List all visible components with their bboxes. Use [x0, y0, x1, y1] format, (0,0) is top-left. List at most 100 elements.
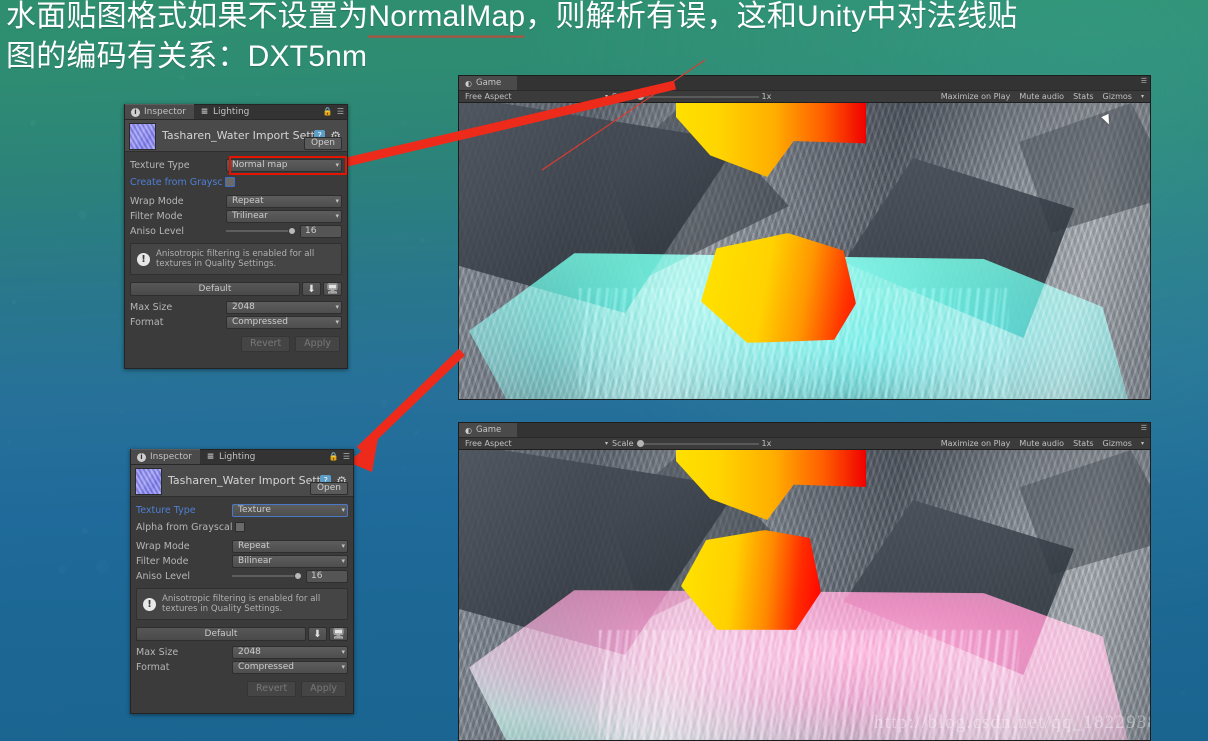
scale-knob[interactable] [636, 439, 644, 447]
alpha-from-grayscale-row: Alpha from Grayscal [136, 520, 348, 534]
open-button-bottom[interactable]: Open [309, 482, 348, 495]
game-view-bottom-canvas[interactable] [459, 450, 1150, 740]
open-button-top[interactable]: Open [303, 137, 342, 150]
maximize-on-play-toggle[interactable]: Maximize on Play [941, 439, 1011, 448]
kebab-menu-icon[interactable]: ☰ [337, 107, 344, 116]
scale-track[interactable] [636, 92, 759, 100]
tab-lighting-bottom[interactable]: ≡ Lighting [200, 449, 263, 464]
scale-track[interactable] [636, 439, 759, 447]
tab-lighting-top[interactable]: ≡ Lighting [194, 104, 257, 119]
filter-mode-dropdown[interactable]: Trilinear ▾ [226, 209, 342, 223]
kebab-menu-icon[interactable]: ☰ [343, 452, 350, 461]
inspector-top-tabbar: i Inspector ≡ Lighting 🔒 ☰ [125, 104, 347, 120]
wrap-mode-row-bottom: Wrap Mode Repeat ▾ [136, 539, 348, 553]
lock-icon[interactable]: 🔒 [323, 107, 333, 116]
game-view-bottom-tabbar: ◐ Game ☰ [459, 423, 1150, 437]
max-size-dropdown[interactable]: 2048 ▾ [226, 300, 342, 314]
aniso-slider-track[interactable] [232, 572, 302, 580]
aniso-value-field[interactable]: 16 [306, 569, 348, 583]
maximize-on-play-toggle[interactable]: Maximize on Play [941, 92, 1011, 101]
texture-preview-thumbnail[interactable] [135, 467, 162, 495]
inspector-top-buttons: Revert Apply [130, 336, 342, 352]
tab-game-bottom[interactable]: ◐ Game [459, 423, 518, 437]
game-view-top-tabbar: ◐ Game ☰ [459, 76, 1150, 90]
scale-knob[interactable] [636, 92, 644, 100]
tab-game-top[interactable]: ◐ Game [459, 76, 518, 90]
wrap-mode-dropdown[interactable]: Repeat ▾ [232, 539, 348, 553]
inspector-bottom-buttons: Revert Apply [136, 681, 348, 697]
filter-mode-value: Bilinear [238, 556, 273, 566]
mute-audio-toggle[interactable]: Mute audio [1019, 92, 1064, 101]
stepper-icon: ▾ [341, 663, 344, 671]
title-line2: 图的编码有关系：DXT5nm [6, 40, 368, 73]
panel-menu-icon[interactable]: ☰ [1141, 424, 1147, 432]
format-value: Compressed [238, 662, 294, 672]
standalone-icon[interactable]: 🖥 [323, 282, 342, 296]
wrap-mode-dropdown[interactable]: Repeat ▾ [226, 194, 342, 208]
lighting-icon: ≡ [206, 451, 215, 462]
tab-inspector-top[interactable]: i Inspector [125, 104, 194, 119]
game-view-bottom-window[interactable]: ◐ Game ☰ Free Aspect ▾ Scale 1x Maximize… [458, 422, 1151, 741]
lock-icon[interactable]: 🔒 [329, 452, 339, 461]
texture-type-value: Texture [238, 505, 271, 515]
apply-button-bottom[interactable]: Apply [301, 681, 346, 697]
tab-inspector-bottom[interactable]: i Inspector [131, 449, 200, 464]
gizmos-dropdown[interactable]: Gizmos [1103, 92, 1132, 101]
revert-button-bottom[interactable]: Revert [247, 681, 297, 697]
stats-toggle[interactable]: Stats [1073, 92, 1093, 101]
game-view-bottom-toolbar: Free Aspect ▾ Scale 1x Maximize on Play … [459, 437, 1150, 450]
watermark-url: http://blog.csdn.net/qq_18229381 [874, 712, 1151, 733]
aniso-slider-wrap[interactable]: 16 [232, 569, 348, 583]
standalone-icon[interactable]: 🖥 [329, 627, 348, 641]
aspect-dropdown-bottom[interactable]: Free Aspect ▾ [462, 439, 612, 448]
aniso-slider-track[interactable] [226, 227, 296, 235]
gizmos-chevron-icon[interactable]: ▾ [1141, 93, 1144, 100]
max-size-row-bottom: Max Size 2048 ▾ [136, 645, 348, 659]
slide-title: 水面贴图格式如果不设置为NormalMap，则解析有误，这和Unity中对法线贴… [6, 0, 1208, 76]
normal-map-highlight-box [229, 156, 347, 175]
filter-mode-dropdown[interactable]: Bilinear ▾ [232, 554, 348, 568]
lighting-icon: ≡ [200, 106, 209, 117]
download-icon[interactable]: ⬇ [302, 282, 321, 296]
mute-audio-toggle[interactable]: Mute audio [1019, 439, 1064, 448]
game-view-top-window[interactable]: ◐ Game ☰ Free Aspect ▾ Scale 1x Maximize… [458, 75, 1151, 400]
scale-label: Scale [612, 439, 634, 448]
game-view-top-canvas[interactable] [459, 103, 1150, 399]
scale-value: 1x [761, 439, 772, 448]
texture-type-dropdown[interactable]: Texture ▾ [232, 503, 348, 517]
aspect-label: Free Aspect [465, 439, 512, 448]
aniso-slider-knob[interactable] [288, 227, 296, 235]
info-circle-icon: i [131, 107, 140, 117]
scale-slider-bottom[interactable]: Scale 1x [612, 439, 771, 448]
platform-tab-default[interactable]: Default [136, 627, 306, 641]
max-size-row-top: Max Size 2048 ▾ [130, 300, 342, 314]
format-dropdown[interactable]: Compressed ▾ [226, 315, 342, 329]
texture-preview-thumbnail[interactable] [129, 122, 156, 150]
stats-toggle[interactable]: Stats [1073, 439, 1093, 448]
inspector-panel-bottom[interactable]: i Inspector ≡ Lighting 🔒 ☰ Tasharen_Wate… [130, 449, 354, 714]
aspect-dropdown-top[interactable]: Free Aspect ▾ [462, 92, 612, 101]
max-size-dropdown[interactable]: 2048 ▾ [232, 645, 348, 659]
panel-menu-icon[interactable]: ☰ [1141, 77, 1147, 85]
scale-slider-top[interactable]: Scale 1x [612, 92, 771, 101]
format-dropdown[interactable]: Compressed ▾ [232, 660, 348, 674]
aniso-slider-knob[interactable] [294, 572, 302, 580]
format-label: Format [136, 661, 170, 673]
platform-tab-default[interactable]: Default [130, 282, 300, 296]
gizmos-chevron-icon[interactable]: ▾ [1141, 440, 1144, 447]
revert-button-top[interactable]: Revert [241, 336, 291, 352]
aniso-value-field[interactable]: 16 [300, 224, 342, 238]
anisotropic-help-text: Anisotropic filtering is enabled for all… [162, 594, 321, 614]
alpha-from-grayscale-checkbox[interactable] [234, 522, 245, 532]
max-size-label: Max Size [136, 646, 179, 658]
format-row-top: Format Compressed ▾ [130, 315, 342, 329]
download-icon[interactable]: ⬇ [308, 627, 327, 641]
arrow-to-texture-type [348, 348, 466, 472]
gizmos-dropdown[interactable]: Gizmos [1103, 439, 1132, 448]
aniso-slider-wrap[interactable]: 16 [226, 224, 342, 238]
inspector-panel-top[interactable]: i Inspector ≡ Lighting 🔒 ☰ Tasharen_Wate… [124, 104, 348, 369]
apply-button-top[interactable]: Apply [295, 336, 340, 352]
create-from-grayscale-checkbox[interactable] [224, 177, 235, 187]
title-normalmap-term: NormalMap [368, 0, 526, 38]
filter-mode-label: Filter Mode [136, 555, 189, 567]
